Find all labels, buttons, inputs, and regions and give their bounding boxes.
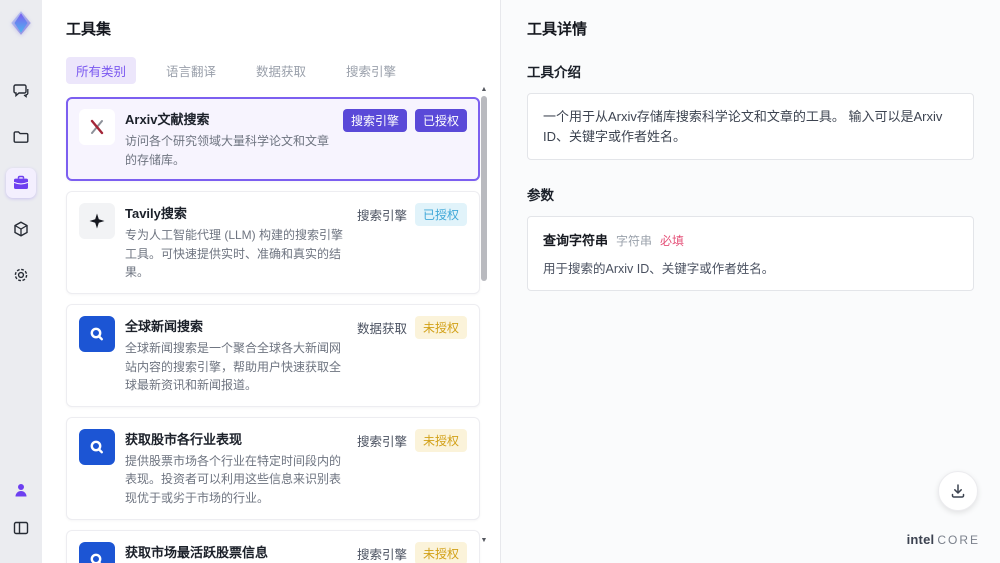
category-label: 数据获取 — [356, 321, 407, 336]
blue-search-icon — [79, 428, 115, 465]
sidebar-item-panel-toggle[interactable] — [6, 513, 36, 543]
download-button[interactable] — [938, 471, 978, 511]
tool-description: 访问各个研究领域大量科学论文和文章的存储库。 — [125, 134, 330, 167]
tool-details-panel: 工具详情 工具介绍 一个用于从Arxiv存储库搜索科学论文和文章的工具。 输入可… — [500, 0, 1000, 563]
tool-card-global-news[interactable]: 全球新闻搜索 全球新闻搜索是一个聚合全球各大新闻网站内容的搜索引擎，帮助用户快速… — [66, 303, 480, 407]
tool-title: 获取股市各行业表现 — [125, 431, 243, 447]
folder-icon — [13, 131, 29, 143]
tool-description: 提供股票市场各个行业在特定时间段内的表现。投资者可以利用这些信息来识别表现优于或… — [125, 453, 342, 505]
category-label: 搜索引擎 — [356, 209, 407, 224]
category-label: 搜索引擎 — [356, 434, 407, 449]
param-type: 字符串 — [616, 234, 653, 248]
intel-core-logo: intel CORE — [907, 532, 980, 547]
tab-all-categories[interactable]: 所有类别 — [66, 57, 137, 84]
scroll-down-icon[interactable]: ▼ — [480, 537, 488, 545]
param-box: 查询字符串 字符串 必填 用于搜索的Arxiv ID、关键字或作者姓名。 — [527, 216, 974, 291]
intel-wordmark: intel — [906, 532, 935, 547]
param-required-flag: 必填 — [660, 234, 685, 248]
chat-icon — [13, 84, 29, 98]
params-heading: 参数 — [527, 188, 554, 203]
core-wordmark: CORE — [937, 533, 980, 547]
category-label: 搜索引擎 — [356, 547, 407, 562]
sidebar-bottom-group — [6, 475, 36, 551]
briefcase-icon — [13, 175, 29, 189]
sidebar-item-models[interactable] — [6, 214, 36, 244]
tab-data-fetch[interactable]: 数据获取 — [246, 57, 316, 84]
category-badge: 搜索引擎 — [342, 109, 407, 132]
param-description: 用于搜索的Arxiv ID、关键字或作者姓名。 — [543, 262, 775, 276]
download-icon — [951, 484, 965, 498]
blue-search-icon — [79, 541, 115, 563]
tab-language-translation[interactable]: 语言翻译 — [156, 57, 226, 84]
tools-list-panel: 工具集 所有类别 语言翻译 数据获取 搜索引擎 Arxiv文献搜索 访问各个研究… — [42, 0, 500, 563]
intro-text: 一个用于从Arxiv存储库搜索科学论文和文章的工具。 输入可以是Arxiv ID… — [543, 109, 943, 144]
tool-card-active-stocks[interactable]: 获取市场最活跃股票信息 提供当天交易量最高的股票列表。投资者可以利用这些信息来识… — [66, 529, 480, 563]
auth-status-badge: 已授权 — [414, 203, 467, 227]
tool-title: Tavily搜索 — [125, 206, 187, 222]
tool-card-sector-performance[interactable]: 获取股市各行业表现 提供股票市场各个行业在特定时间段内的表现。投资者可以利用这些… — [66, 416, 480, 520]
list-scrollbar[interactable]: ▲ ▼ — [480, 86, 488, 557]
sidebar-item-settings[interactable] — [6, 260, 36, 290]
tool-description: 专为人工智能代理 (LLM) 构建的搜索引擎工具。可快速提供实时、准确和真实的结… — [125, 228, 344, 280]
intro-heading: 工具介绍 — [527, 65, 581, 80]
tab-search-engine[interactable]: 搜索引擎 — [336, 57, 406, 84]
details-title: 工具详情 — [527, 21, 588, 38]
cube-icon — [14, 221, 28, 237]
tool-card-list: Arxiv文献搜索 访问各个研究领域大量科学论文和文章的存储库。 搜索引擎 已授… — [66, 97, 480, 563]
tool-description: 全球新闻搜索是一个聚合全球各大新闻网站内容的搜索引擎，帮助用户快速获取全球最新资… — [125, 340, 342, 393]
intro-box: 一个用于从Arxiv存储库搜索科学论文和文章的工具。 输入可以是Arxiv ID… — [527, 93, 974, 160]
tool-title: Arxiv文献搜索 — [125, 112, 210, 127]
tool-title: 全球新闻搜索 — [125, 318, 204, 334]
app-window: 工具集 所有类别 语言翻译 数据获取 搜索引擎 Arxiv文献搜索 访问各个研究… — [0, 0, 1000, 563]
auth-status-badge: 未授权 — [414, 541, 467, 563]
sidebar-item-chat[interactable] — [6, 76, 36, 106]
sidebar-item-tools[interactable] — [6, 168, 36, 198]
blue-search-icon — [79, 315, 115, 352]
tavily-star-icon — [79, 203, 115, 240]
category-tabs: 所有类别 语言翻译 数据获取 搜索引擎 — [66, 57, 500, 84]
arxiv-icon — [79, 109, 115, 145]
auth-status-badge: 已授权 — [414, 109, 467, 132]
tool-title: 获取市场最活跃股票信息 — [125, 544, 269, 560]
user-icon — [15, 484, 27, 497]
sidebar-item-files[interactable] — [6, 122, 36, 152]
app-logo-icon — [11, 11, 31, 35]
tool-card-arxiv[interactable]: Arxiv文献搜索 访问各个研究领域大量科学论文和文章的存储库。 搜索引擎 已授… — [66, 97, 480, 182]
gear-icon — [14, 268, 28, 282]
param-name: 查询字符串 — [543, 233, 609, 248]
scrollbar-thumb[interactable] — [481, 96, 487, 281]
sidebar-item-user[interactable] — [6, 475, 36, 505]
sidebar-rail — [0, 0, 42, 563]
auth-status-badge: 未授权 — [414, 428, 467, 452]
scroll-up-icon[interactable]: ▲ — [480, 86, 488, 94]
auth-status-badge: 未授权 — [414, 315, 467, 339]
tool-card-tavily[interactable]: Tavily搜索 专为人工智能代理 (LLM) 构建的搜索引擎工具。可快速提供实… — [66, 191, 480, 294]
page-title: 工具集 — [66, 21, 112, 38]
panel-toggle-icon — [13, 521, 29, 535]
